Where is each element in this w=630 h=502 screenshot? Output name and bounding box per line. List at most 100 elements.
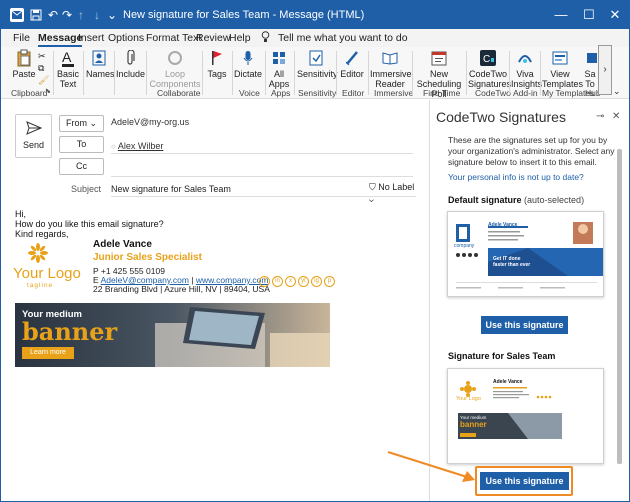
cc-field[interactable] — [111, 176, 413, 177]
separator — [114, 51, 115, 95]
logo-mark-icon — [28, 243, 48, 263]
sensitivity-icon — [307, 49, 325, 67]
more-icon[interactable]: ⌄ — [104, 7, 120, 23]
menu-review[interactable]: Review — [196, 32, 230, 44]
to-recipient[interactable]: Alex Wilber — [118, 141, 164, 151]
menu-help[interactable]: Help — [229, 32, 251, 44]
codetwo-signatures-button[interactable]: C CodeTwo Signatures — [468, 49, 512, 89]
calendar-icon — [430, 49, 448, 67]
signature-banner[interactable]: Your medium banner Learn more — [15, 303, 330, 367]
names-label: Names — [86, 69, 115, 79]
viva-insights-button[interactable]: Viva Insights — [511, 49, 543, 89]
copy-icon[interactable]: ⧉ — [38, 63, 44, 74]
paste-button[interactable]: Paste — [11, 49, 37, 79]
to-field[interactable]: ○ Alex Wilber — [111, 141, 163, 151]
menu-options[interactable]: Options — [108, 32, 144, 44]
dictate-button[interactable]: Dictate — [234, 49, 262, 79]
subject-input[interactable]: New signature for Sales Team — [111, 184, 231, 194]
from-label: From — [65, 118, 87, 128]
to-underline — [111, 153, 413, 154]
youtube-icon[interactable]: yt — [298, 276, 309, 287]
instagram-icon[interactable]: ig — [311, 276, 322, 287]
collapse-ribbon-icon[interactable]: ⌄ — [613, 86, 621, 97]
to-button[interactable]: To — [59, 136, 104, 153]
save-icon[interactable] — [28, 7, 44, 23]
pin-icon[interactable]: ⊸ — [596, 111, 604, 122]
lightbulb-icon — [261, 31, 270, 46]
tags-button[interactable]: Tags — [205, 49, 229, 79]
restore-button[interactable]: ☐ — [579, 5, 599, 25]
immersive-reader-button[interactable]: Immersive Reader — [370, 49, 412, 89]
default-signature-thumbnail[interactable]: Adele Vance company Get IT done faster t… — [447, 211, 604, 297]
paste-label: Paste — [12, 69, 36, 79]
group-apps: Apps — [271, 88, 291, 98]
separator — [146, 51, 147, 95]
editor-button[interactable]: Editor — [338, 49, 366, 79]
view-templates-button[interactable]: View Templates — [542, 49, 583, 89]
separator — [232, 51, 233, 95]
use-default-signature-button[interactable]: Use this signature — [481, 316, 568, 334]
paperclip-icon — [121, 49, 139, 67]
loop-components-button[interactable]: Loop Components — [149, 49, 201, 89]
menu-message[interactable]: Message — [38, 32, 83, 47]
basic-text-button[interactable]: A Basic Text — [56, 49, 80, 89]
from-button[interactable]: From ⌄ — [59, 115, 104, 132]
separator — [412, 51, 413, 95]
close-button[interactable]: ✕ — [605, 5, 625, 25]
banner-line-2: banner — [22, 317, 118, 346]
pinterest-icon[interactable]: p — [324, 276, 335, 287]
tags-label: Tags — [207, 69, 227, 79]
names-button[interactable]: Names — [86, 49, 115, 79]
codetwo-icon: C — [479, 49, 497, 67]
close-pane-icon[interactable]: ✕ — [612, 111, 620, 122]
menu-format-text[interactable]: Format Text — [146, 32, 201, 44]
linkedin-icon[interactable]: in — [272, 276, 283, 287]
separator — [294, 51, 295, 95]
clipboard-launcher-icon[interactable]: ⬊ — [45, 87, 51, 95]
pane-scrollbar[interactable] — [617, 149, 622, 464]
signature-role: Junior Sales Specialist — [93, 252, 202, 263]
message-body[interactable]: Hi, How do you like this email signature… — [15, 209, 164, 239]
no-label-dropdown[interactable]: ⛉ No Label ⌄ — [369, 182, 421, 204]
separator — [53, 51, 54, 95]
immersive-reader-label: Immersive Reader — [370, 69, 412, 89]
thumb1-banner-sub: faster than ever — [493, 262, 531, 268]
signature-tagline: tagline — [27, 282, 54, 289]
thumb2-banner-line-2: banner — [460, 420, 487, 429]
signature-name: Adele Vance — [93, 239, 152, 250]
highlight-box — [475, 466, 573, 496]
microphone-icon — [239, 49, 257, 67]
from-value[interactable]: AdeleV@my-org.us — [111, 117, 189, 127]
subject-underline — [111, 196, 416, 197]
sensitivity-label-icon: ⛉ — [369, 182, 376, 192]
flag-icon — [208, 49, 226, 67]
cc-button[interactable]: Cc — [59, 158, 104, 175]
format-painter-icon[interactable]: 🖌 — [38, 75, 49, 86]
up-icon[interactable]: ↑ — [73, 7, 89, 23]
all-apps-label: All Apps — [268, 69, 290, 89]
default-signature-heading: Default signature (auto-selected) — [448, 195, 584, 205]
sa-to-button[interactable]: Sa To — [583, 49, 597, 89]
compose-area: Send From ⌄ AdeleV@my-org.us To ○ Alex W… — [1, 100, 421, 501]
send-button[interactable]: Send — [15, 114, 52, 158]
thumb1-name: Adele Vance — [488, 222, 518, 228]
personal-info-link[interactable]: Your personal info is not up to date? — [448, 172, 584, 182]
menu-file[interactable]: File — [13, 32, 30, 44]
menu-bar: File Message Insert Options Format Text … — [1, 29, 629, 47]
down-icon[interactable]: ↓ — [89, 7, 105, 23]
viva-insights-label: Viva Insights — [511, 69, 543, 89]
codetwo-signatures-label: CodeTwo Signatures — [468, 69, 512, 89]
x-icon[interactable]: x — [285, 276, 296, 287]
ribbon-scroll-right-button[interactable]: › — [598, 45, 612, 95]
all-apps-button[interactable]: All Apps — [267, 49, 291, 89]
banner-cta[interactable]: Learn more — [22, 347, 74, 359]
include-button[interactable]: Include — [116, 49, 145, 79]
signature-address: 22 Branding Blvd | Azure Hill, NV | 8940… — [93, 284, 270, 294]
tell-me-search[interactable]: Tell me what you want to do — [278, 32, 408, 44]
cut-icon[interactable]: ✂ — [38, 51, 46, 62]
editor-label: Editor — [340, 69, 364, 79]
minimize-button[interactable]: — — [551, 5, 571, 25]
sensitivity-button[interactable]: Sensitivity — [297, 49, 338, 79]
menu-insert[interactable]: Insert — [78, 32, 104, 44]
facebook-icon[interactable]: f — [259, 276, 270, 287]
